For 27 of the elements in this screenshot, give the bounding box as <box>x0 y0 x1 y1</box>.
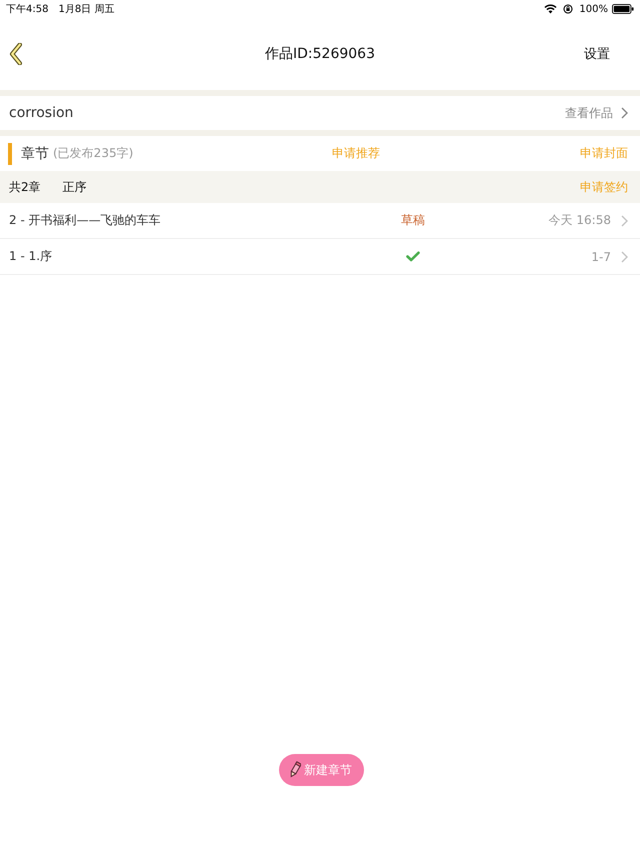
section-title: 章节 <box>21 144 49 162</box>
check-icon <box>406 251 420 262</box>
back-chevron-icon <box>9 43 23 65</box>
wifi-icon <box>544 4 558 14</box>
chapter-title: 1 - 1.序 <box>9 248 52 265</box>
chapter-title: 2 - 开书福利——飞驰的车车 <box>9 212 161 229</box>
chevron-right-icon <box>621 214 628 226</box>
chevron-right-icon <box>621 250 628 262</box>
nav-title: 作品ID:5269063 <box>265 45 375 63</box>
word-count: (已发布235字) <box>53 145 134 162</box>
back-button[interactable] <box>9 43 23 65</box>
chevron-right-icon <box>621 107 628 119</box>
status-time: 下午4:58 <box>6 3 48 16</box>
pencil-icon <box>289 761 301 779</box>
section-accent-bar <box>8 142 12 164</box>
draft-status: 草稿 <box>401 212 425 229</box>
work-title: corrosion <box>9 105 74 121</box>
status-date: 1月8日 周五 <box>58 3 114 16</box>
chapter-time: 今天 16:58 <box>548 212 611 229</box>
chapter-count: 共2章 <box>9 178 41 196</box>
chapter-time: 1-7 <box>591 250 611 264</box>
battery-icon <box>612 4 634 14</box>
view-work-link[interactable]: 查看作品 <box>565 104 613 122</box>
rotation-lock-icon <box>563 4 574 14</box>
settings-button[interactable]: 设置 <box>584 45 610 63</box>
battery-percent: 100% <box>579 4 608 14</box>
sort-order-button[interactable]: 正序 <box>62 178 87 196</box>
